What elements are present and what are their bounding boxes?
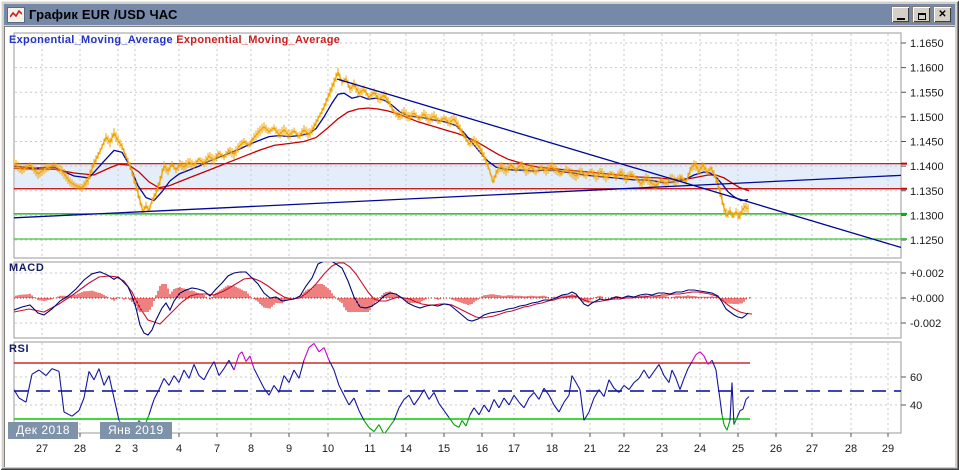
x-axis-label: 7: [214, 443, 220, 455]
x-axis-label: 3: [132, 443, 138, 455]
x-axis-label: 4: [176, 443, 182, 455]
chart-canvas[interactable]: 27 28 2 3 4 7 8 9 10 11 14 15 16 17 18 21 22 23 24 25 26 27 28…: [4, 26, 955, 466]
x-axis-label: 27: [806, 443, 818, 455]
price-band: [15, 163, 900, 189]
x-axis-label: 2: [115, 443, 121, 455]
x-axis-label: 16: [476, 443, 488, 455]
chart-window: График EUR /USD ЧАС ✕ 27 28 2 3 4 7 8 9 10 11 14 15…: [0, 0, 959, 470]
price-axis-label: 1.1600: [910, 63, 944, 75]
rsi-axis-label: 40: [910, 400, 922, 412]
close-button[interactable]: ✕: [933, 6, 952, 23]
price-axis-label: 1.1350: [910, 186, 944, 198]
x-axis-label: 28: [74, 443, 86, 455]
price-axis-label: 1.1500: [910, 112, 944, 124]
macd-axis-label: +0.002: [910, 268, 944, 280]
x-axis-label: 25: [732, 443, 744, 455]
price-axis-label: 1.1250: [910, 235, 944, 247]
x-axis-label: 8: [248, 443, 254, 455]
x-axis-label: 18: [546, 443, 558, 455]
title-bar[interactable]: График EUR /USD ЧАС ✕: [4, 4, 955, 25]
x-axis-label: 21: [584, 443, 596, 455]
x-axis-label: 24: [694, 443, 706, 455]
price-axis-label: 1.1300: [910, 210, 944, 222]
macd-axis-label: -0.002: [910, 318, 941, 330]
rsi-axis-label: 60: [910, 372, 922, 384]
x-axis-label: 17: [508, 443, 520, 455]
x-axis-label: 23: [656, 443, 668, 455]
x-axis-label: 15: [438, 443, 450, 455]
month-label-dec: Дек 2018: [8, 422, 79, 439]
month-label-jan: Янв 2019: [100, 422, 172, 439]
x-axis-label: 10: [322, 443, 334, 455]
x-axis-label: 28: [845, 443, 857, 455]
x-axis-label: 9: [286, 443, 292, 455]
minimize-button[interactable]: [891, 6, 910, 23]
x-axis-label: 14: [400, 443, 412, 455]
x-axis-label: 11: [364, 443, 375, 455]
price-panel: [13, 32, 902, 259]
x-axis-label: 22: [618, 443, 630, 455]
macd-axis-label: +0.000: [910, 293, 944, 305]
maximize-button[interactable]: [912, 6, 931, 23]
window-title: График EUR /USD ЧАС: [29, 7, 178, 22]
price-axis-label: 1.1450: [910, 137, 944, 149]
chart-area: 27 28 2 3 4 7 8 9 10 11 14 15 16 17 18 21 22 23 24 25 26 27 28…: [4, 26, 955, 467]
price-axis-label: 1.1400: [910, 161, 944, 173]
chart-icon: [7, 6, 25, 23]
x-axis-label: 29: [882, 443, 894, 455]
x-axis-label: 27: [36, 443, 48, 455]
price-axis-label: 1.1550: [910, 87, 944, 99]
x-axis-label: 26: [770, 443, 782, 455]
price-axis-label: 1.1650: [910, 38, 944, 50]
